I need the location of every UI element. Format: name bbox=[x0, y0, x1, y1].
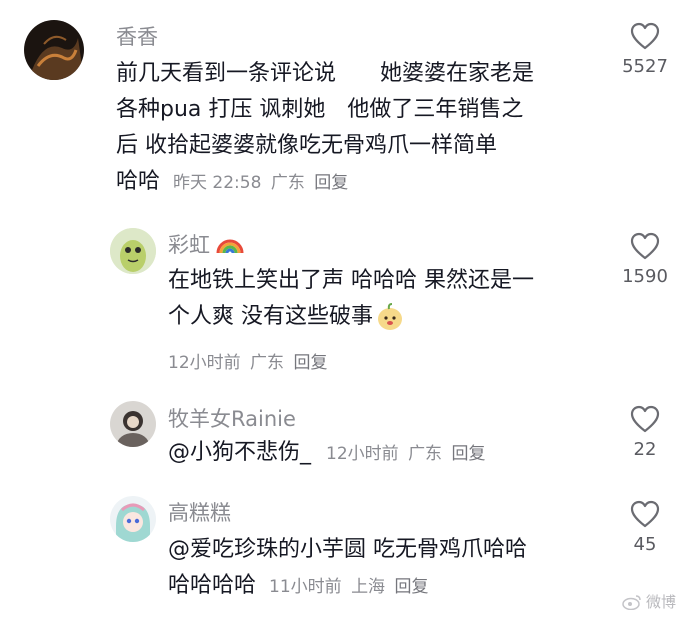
heart-icon bbox=[630, 405, 660, 433]
location: 广东 bbox=[408, 444, 443, 464]
comment-text-line: 前几天看到一条评论说 她婆婆在家老是 bbox=[116, 61, 535, 86]
like-button[interactable]: 1590 bbox=[610, 232, 680, 287]
comment-3: 牧羊女Rainie @小狗不悲伤_ 12小时前 广东 回复 22 bbox=[0, 395, 690, 485]
emoji-icon bbox=[378, 303, 402, 330]
reply-button[interactable]: 回复 bbox=[314, 173, 348, 193]
username[interactable]: 牧羊女Rainie bbox=[168, 403, 296, 433]
comment-text: @爱吃珍珠的小芋圆 吃无骨鸡爪哈哈 哈哈哈哈 11小时前 上海 回复 bbox=[168, 532, 608, 605]
timestamp: 12小时前 bbox=[168, 353, 241, 373]
comment-text: @小狗不悲伤_ 12小时前 广东 回复 bbox=[168, 435, 485, 472]
username-text: 彩虹 bbox=[168, 233, 210, 257]
like-button[interactable]: 5527 bbox=[610, 22, 680, 77]
reply-button[interactable]: 回复 bbox=[293, 353, 327, 373]
username[interactable]: 彩虹 bbox=[168, 229, 244, 259]
location: 广东 bbox=[250, 353, 285, 373]
comment-meta: 11小时前 上海 回复 bbox=[269, 577, 428, 597]
watermark-text: 微博 bbox=[645, 593, 676, 611]
like-count: 22 bbox=[633, 439, 657, 460]
rainbow-icon bbox=[216, 239, 244, 254]
like-count: 5527 bbox=[622, 56, 668, 77]
comment-text-end: 哈哈哈哈 bbox=[168, 573, 257, 598]
comment-meta: 昨天 22:58 广东 回复 bbox=[173, 173, 348, 193]
like-button[interactable]: 22 bbox=[610, 405, 680, 460]
reply-button[interactable]: 回复 bbox=[394, 577, 428, 597]
location: 广东 bbox=[270, 173, 305, 193]
comment-text-line: 各种pua 打压 讽刺她 他做了三年销售之 bbox=[116, 97, 524, 122]
comment-text-line: @爱吃珍珠的小芋圆 吃无骨鸡爪哈哈 bbox=[168, 537, 527, 562]
comment-meta: 12小时前 广东 回复 bbox=[326, 444, 485, 464]
like-button[interactable]: 45 bbox=[610, 500, 680, 555]
heart-icon bbox=[630, 232, 660, 260]
avatar[interactable] bbox=[110, 496, 156, 542]
comment-4: 高糕糕 @爱吃珍珠的小芋圆 吃无骨鸡爪哈哈 哈哈哈哈 11小时前 上海 回复 4… bbox=[0, 490, 690, 620]
location: 上海 bbox=[351, 577, 386, 597]
comment-text-end: 哈哈 bbox=[116, 169, 161, 194]
comment-meta: 12小时前 广东 回复 bbox=[168, 348, 327, 373]
comment-text-line: 在地铁上笑出了声 哈哈哈 果然还是一 bbox=[168, 268, 534, 293]
avatar[interactable] bbox=[110, 228, 156, 274]
comment-1: 香香 前几天看到一条评论说 她婆婆在家老是 各种pua 打压 讽刺她 他做了三年… bbox=[0, 0, 690, 200]
heart-icon bbox=[630, 22, 660, 50]
mention-link[interactable]: @小狗不悲伤_ bbox=[168, 440, 311, 465]
comment-text: 前几天看到一条评论说 她婆婆在家老是 各种pua 打压 讽刺她 他做了三年销售之… bbox=[116, 56, 606, 201]
comment-2: 彩虹 在地铁上笑出了声 哈哈哈 果然还是一 个人爽 没有这些破事 12小时前 广… bbox=[0, 220, 690, 380]
username[interactable]: 高糕糕 bbox=[168, 497, 231, 527]
comment-text-line: 后 收拾起婆婆就像吃无骨鸡爪一样简单 bbox=[116, 133, 497, 158]
comment-last-line: 哈哈哈哈 11小时前 上海 回复 bbox=[168, 568, 608, 605]
like-count: 45 bbox=[633, 534, 657, 555]
like-count: 1590 bbox=[622, 266, 668, 287]
timestamp: 昨天 22:58 bbox=[173, 173, 262, 193]
timestamp: 11小时前 bbox=[269, 577, 342, 597]
timestamp: 12小时前 bbox=[326, 444, 399, 464]
comment-text: 在地铁上笑出了声 哈哈哈 果然还是一 个人爽 没有这些破事 bbox=[168, 263, 608, 335]
reply-button[interactable]: 回复 bbox=[451, 444, 485, 464]
weibo-logo-icon bbox=[622, 594, 641, 610]
comment-text-line: 个人爽 没有这些破事 bbox=[168, 299, 608, 335]
heart-icon bbox=[630, 500, 660, 528]
comment-text-end: 个人爽 没有这些破事 bbox=[168, 304, 373, 329]
avatar[interactable] bbox=[24, 20, 84, 80]
comment-last-line: 哈哈 昨天 22:58 广东 回复 bbox=[116, 164, 606, 201]
watermark: 微博 bbox=[622, 591, 676, 612]
avatar[interactable] bbox=[110, 401, 156, 447]
username[interactable]: 香香 bbox=[116, 21, 158, 51]
